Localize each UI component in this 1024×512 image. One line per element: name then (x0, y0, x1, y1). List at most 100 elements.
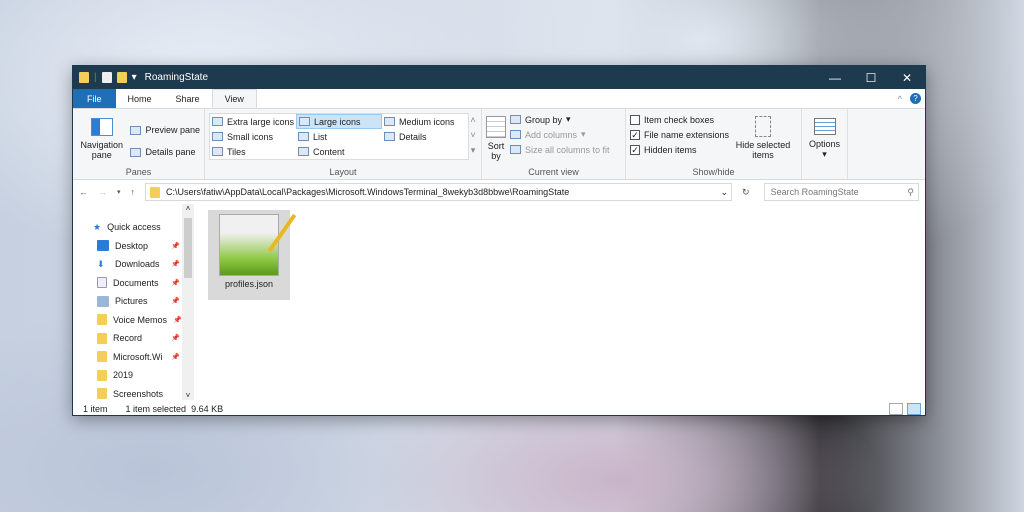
item-check-boxes-checkbox[interactable]: Item check boxes (630, 112, 729, 127)
tab-view[interactable]: View (211, 89, 257, 108)
status-bar: 1 item 1 item selected 9.64 KB (73, 400, 925, 417)
panes-group-label: Panes (125, 167, 152, 177)
folder-icon (150, 186, 161, 198)
pin-icon: 📌 (171, 242, 180, 250)
preview-pane-button[interactable]: Preview pane (130, 119, 200, 141)
details-pane-label: Details pane (145, 147, 196, 157)
label: Hidden items (644, 144, 697, 155)
address-bar[interactable]: C:\Users\fatiw\AppData\Local\Packages\Mi… (145, 183, 733, 201)
file-name-extensions-checkbox[interactable]: ✓ File name extensions (630, 127, 729, 142)
large-icons-view-button[interactable] (907, 402, 921, 415)
label: Voice Memos (113, 314, 168, 325)
minimize-button[interactable]: — (817, 71, 853, 85)
layout-group-label: Layout (329, 167, 357, 177)
layout-content[interactable]: Content (296, 144, 382, 159)
label: Details (399, 131, 427, 142)
nav-documents[interactable]: Documents 📌 (73, 274, 194, 293)
nav-voice-memos[interactable]: Voice Memos 📌 (73, 311, 194, 330)
group-by-button[interactable]: Group by ▾ (510, 112, 610, 127)
selected-count: 1 item selected (125, 403, 187, 414)
label: Screenshots (113, 388, 164, 399)
layout-small-icons[interactable]: Small icons (210, 129, 296, 144)
search-placeholder: Search RoamingState (770, 187, 859, 197)
label: Extra large icons (227, 116, 295, 127)
current-view-group-label: Current view (528, 167, 579, 177)
content-icon (298, 147, 309, 156)
label: List (313, 131, 328, 142)
label: File name extensions (644, 129, 730, 140)
nav-screenshots[interactable]: Screenshots (73, 385, 194, 404)
title-bar: | ▾ RoamingState — ☐ ✕ (73, 66, 925, 89)
scrollbar-thumb[interactable] (184, 218, 192, 278)
pin-icon: 📌 (171, 335, 180, 343)
pin-icon: 📌 (171, 279, 180, 287)
layout-gallery: Extra large icons Large icons Medium ico… (209, 113, 469, 160)
recent-locations-button[interactable]: ▾ (117, 188, 121, 196)
label: Microsoft.Wi (113, 351, 163, 362)
folder-icon (97, 332, 107, 344)
close-button[interactable]: ✕ (889, 71, 925, 85)
collapse-ribbon-icon[interactable]: ^ (898, 94, 902, 104)
sort-by-label: Sort by (487, 141, 505, 161)
layout-tiles[interactable]: Tiles (210, 144, 296, 159)
refresh-button[interactable]: ↻ (742, 187, 750, 198)
nav-quick-access[interactable]: ★ Quick access (73, 218, 194, 237)
add-columns-button[interactable]: Add columns ▾ (510, 127, 610, 142)
properties-icon[interactable] (101, 72, 112, 83)
tab-home[interactable]: Home (116, 89, 164, 108)
size-columns-button[interactable]: Size all columns to fit (510, 142, 610, 157)
details-view-button[interactable] (889, 402, 903, 415)
search-input[interactable]: Search RoamingState ⚲ (763, 183, 919, 201)
label: 2019 (113, 370, 134, 381)
layout-medium-icons[interactable]: Medium icons (382, 114, 468, 129)
customize-qat-icon[interactable]: ▾ (132, 72, 137, 83)
details-pane-button[interactable]: Details pane (130, 141, 200, 163)
new-folder-icon[interactable] (116, 72, 127, 83)
layout-details[interactable]: Details (382, 129, 468, 144)
pin-icon: 📌 (173, 316, 182, 324)
hide-selected-icon (755, 116, 772, 137)
layout-scroll[interactable]: ˄ ˅ ▾ (469, 113, 477, 160)
show-hide-group-label: Show/hide (692, 167, 735, 177)
nav-microsoft-wi[interactable]: Microsoft.Wi 📌 (73, 348, 194, 367)
star-icon: ★ (93, 221, 102, 232)
layout-large-icons[interactable]: Large icons (296, 114, 382, 129)
item-count: 1 item (83, 403, 108, 414)
tiles-icon (212, 147, 223, 156)
address-path: C:\Users\fatiw\AppData\Local\Packages\Mi… (166, 187, 570, 197)
window-title: RoamingState (144, 72, 209, 83)
checkbox-checked: ✓ (630, 129, 640, 140)
pictures-icon (97, 295, 109, 307)
label: Size all columns to fit (525, 144, 610, 155)
forward-button[interactable]: → (98, 187, 107, 197)
layout-extra-large-icons[interactable]: Extra large icons (210, 114, 296, 129)
label: Content (313, 146, 345, 157)
preview-pane-label: Preview pane (145, 125, 200, 135)
tab-file[interactable]: File (73, 89, 116, 108)
nav-downloads[interactable]: ⬇ Downloads 📌 (73, 255, 194, 274)
folder-icon (97, 388, 107, 400)
label: Small icons (227, 131, 274, 142)
documents-icon (97, 277, 107, 289)
options-icon (813, 118, 836, 135)
layout-list[interactable]: List (296, 129, 382, 144)
file-name: profiles.json (224, 279, 274, 289)
options-button[interactable]: Options ▾ (806, 112, 843, 159)
nav-scrollbar[interactable]: ˄ ˅ (182, 204, 194, 400)
nav-record[interactable]: Record 📌 (73, 329, 194, 348)
back-button[interactable]: ← (79, 187, 88, 197)
tab-share[interactable]: Share (164, 89, 212, 108)
maximize-button[interactable]: ☐ (853, 71, 889, 85)
file-item-profiles-json[interactable]: profiles.json (208, 210, 297, 300)
label: Group by (525, 114, 563, 125)
help-icon[interactable]: ? (910, 93, 921, 104)
file-explorer-window: | ▾ RoamingState — ☐ ✕ File Home Share View… (72, 65, 926, 416)
search-icon: ⚲ (907, 186, 914, 197)
checkbox-unchecked (630, 114, 640, 125)
nav-2019[interactable]: 2019 (73, 366, 194, 385)
hidden-items-checkbox[interactable]: ✓ Hidden items (630, 142, 729, 157)
up-button[interactable]: ↑ (131, 187, 136, 197)
nav-desktop[interactable]: Desktop 📌 (73, 237, 194, 256)
pin-icon: 📌 (171, 298, 180, 306)
nav-pictures[interactable]: Pictures 📌 (73, 292, 194, 311)
